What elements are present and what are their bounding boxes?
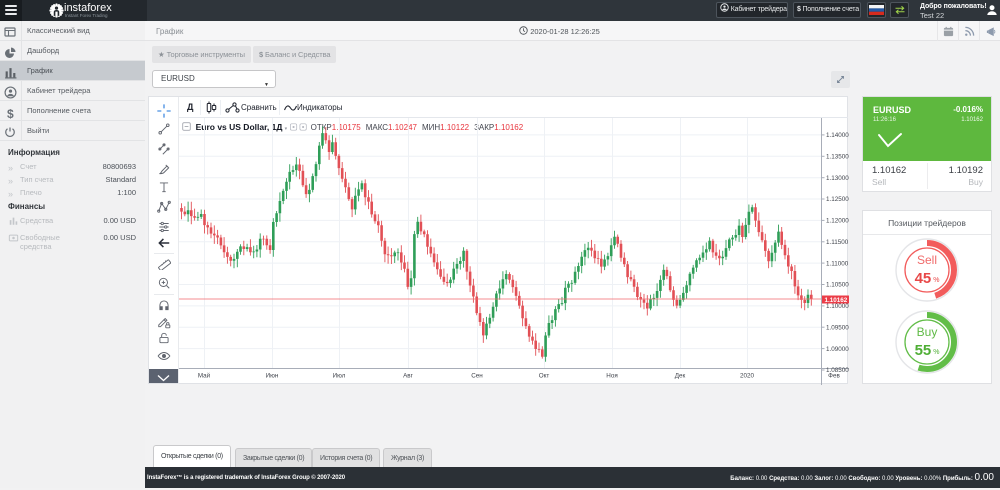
svg-text:Авг: Авг	[403, 373, 414, 380]
svg-text:1.11000: 1.11000	[826, 260, 849, 267]
svg-text:Сен: Сен	[471, 373, 483, 380]
svg-text:Ноя: Ноя	[606, 373, 617, 380]
svg-text:55 %: 55 %	[915, 342, 940, 359]
svg-text:1.11500: 1.11500	[826, 239, 849, 246]
svg-text:Sell: Sell	[917, 253, 937, 267]
svg-text:45 %: 45 %	[915, 270, 940, 287]
svg-text:Июн: Июн	[266, 373, 279, 380]
svg-text:Фев: Фев	[828, 373, 840, 380]
svg-text:1.09500: 1.09500	[826, 324, 849, 331]
svg-text:Дек: Дек	[675, 373, 686, 380]
svg-text:1.10162: 1.10162	[825, 297, 848, 304]
svg-text:1.10000: 1.10000	[826, 303, 849, 310]
svg-text:1.13000: 1.13000	[826, 175, 849, 182]
svg-text:Май: Май	[198, 372, 211, 380]
svg-text:Buy: Buy	[917, 325, 938, 339]
svg-text:Июл: Июл	[333, 373, 346, 380]
svg-text:1.13500: 1.13500	[826, 154, 849, 161]
svg-text:1.12000: 1.12000	[826, 218, 849, 225]
svg-text:1.10500: 1.10500	[826, 282, 849, 289]
svg-text:1.12500: 1.12500	[826, 196, 849, 203]
svg-text:1.09000: 1.09000	[826, 346, 849, 353]
svg-text:1.14000: 1.14000	[826, 132, 849, 139]
svg-text:2020: 2020	[740, 373, 755, 380]
svg-text:Окт: Окт	[539, 373, 550, 380]
